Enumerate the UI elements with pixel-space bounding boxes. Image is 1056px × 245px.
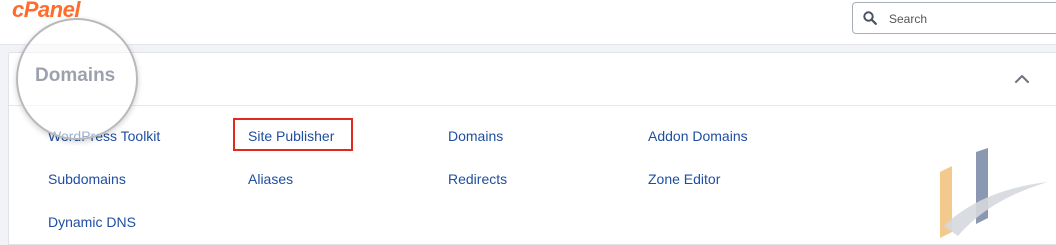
top-bar: cPanel [0,0,1056,45]
link-dynamic-dns[interactable]: Dynamic DNS [48,214,136,230]
domains-panel: Domains WordPress Toolkit Site Publisher… [8,52,1056,245]
section-title: Domains [35,65,116,86]
link-subdomains[interactable]: Subdomains [48,171,126,187]
chevron-up-icon[interactable] [1013,71,1031,87]
link-aliases[interactable]: Aliases [248,171,293,187]
link-site-publisher[interactable]: Site Publisher [248,128,334,144]
search-input[interactable] [887,9,1051,29]
link-redirects[interactable]: Redirects [448,171,507,187]
link-zone-editor[interactable]: Zone Editor [648,171,720,187]
link-wordpress-toolkit[interactable]: WordPress Toolkit [48,128,160,144]
watermark-logo [940,148,1048,238]
search-icon [863,11,877,25]
link-domains[interactable]: Domains [448,128,503,144]
search-box[interactable] [852,2,1056,34]
link-addon-domains[interactable]: Addon Domains [648,128,748,144]
cpanel-logo[interactable]: cPanel [12,0,80,22]
panel-header[interactable]: Domains [9,53,1056,106]
